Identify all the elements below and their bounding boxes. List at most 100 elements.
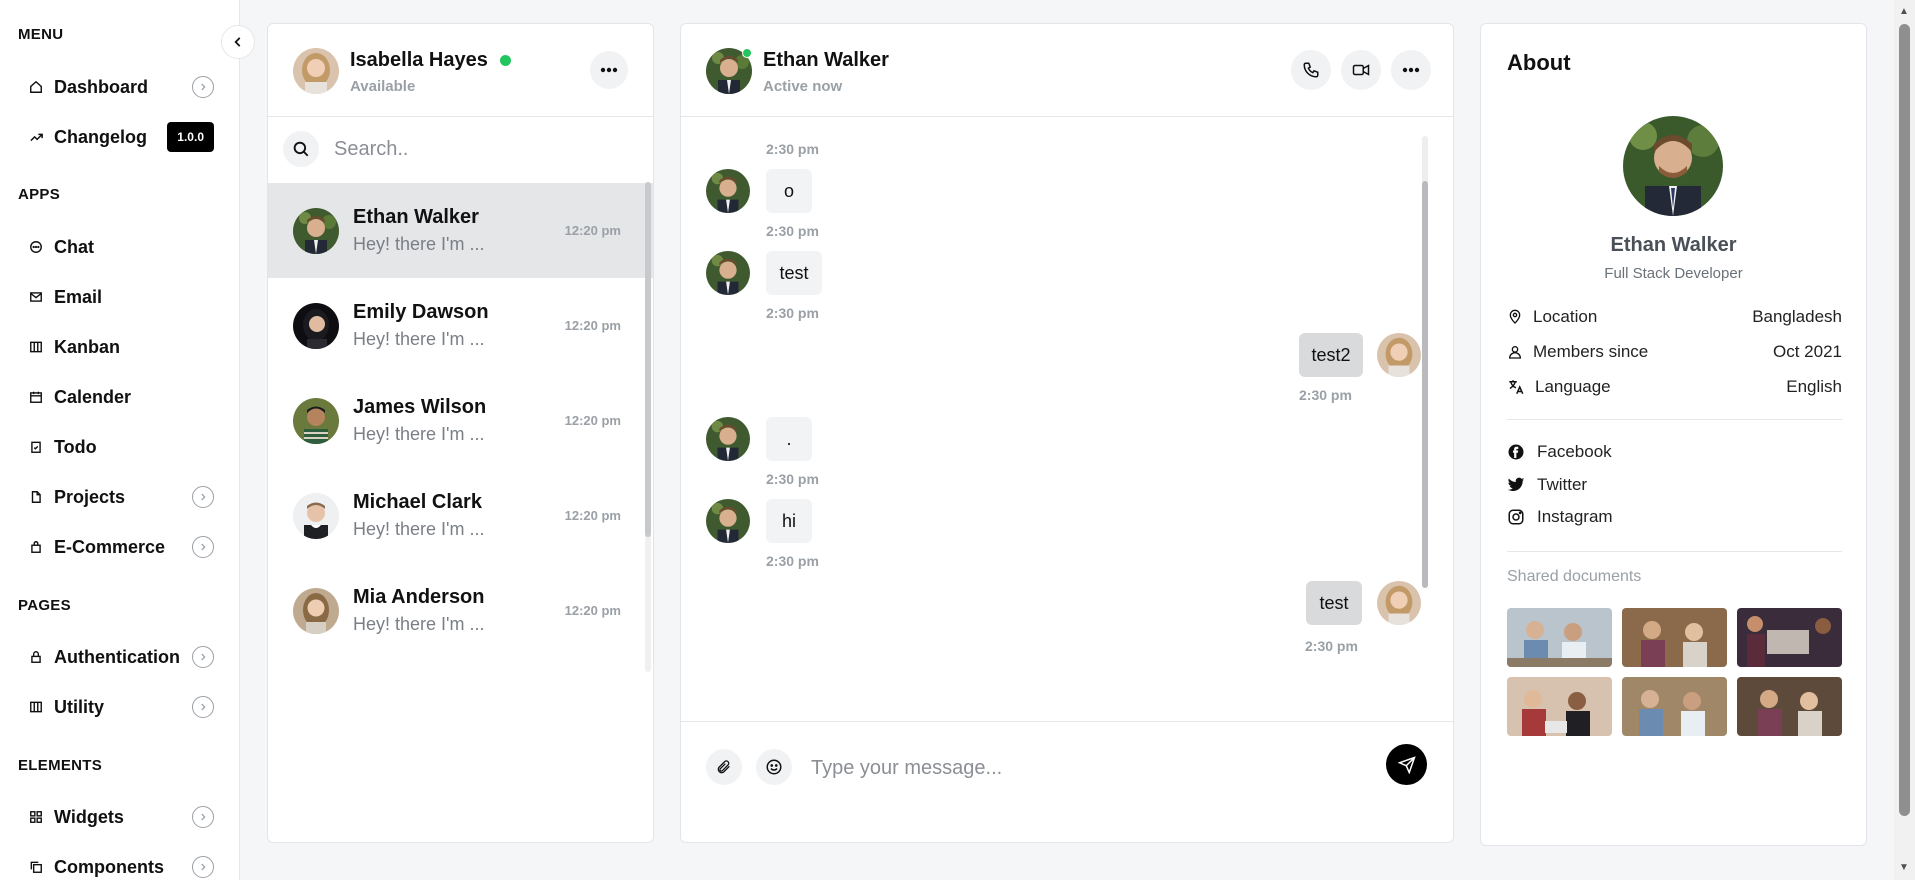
sidebar-item-todo[interactable]: Todo	[28, 430, 214, 464]
page-scrollbar[interactable]: ▲ ▼	[1894, 0, 1915, 880]
contact-name: Mia Anderson	[353, 586, 485, 608]
sidebar-item-label: Todo	[54, 436, 97, 457]
section-title-menu: MENU	[18, 26, 64, 43]
sidebar-item-ecommerce[interactable]: E-Commerce	[28, 530, 214, 564]
sidebar-item-utility[interactable]: Utility	[28, 690, 214, 724]
divider	[1507, 419, 1842, 420]
chevron-right-icon[interactable]	[192, 696, 214, 718]
chat-header: Ethan Walker Active now	[681, 24, 1453, 117]
contact-avatar	[293, 302, 339, 349]
contact-info: Emily Dawson Hey! there I'm ...	[353, 301, 573, 350]
scroll-thumb[interactable]	[645, 182, 651, 537]
lock-icon	[28, 649, 44, 665]
sidebar-item-chat[interactable]: Chat	[28, 230, 214, 264]
voice-call-button[interactable]	[1291, 50, 1331, 90]
message-input[interactable]	[811, 751, 1371, 785]
sidebar-collapse-button[interactable]	[221, 25, 255, 59]
sidebar-item-label: Components	[54, 856, 164, 877]
contact-preview: Hey! there I'm ...	[353, 614, 485, 634]
sidebar-item-calender[interactable]: Calender	[28, 380, 214, 414]
search-input[interactable]	[334, 133, 624, 165]
contact-item[interactable]: Ethan Walker Hey! there I'm ... 12:20 pm	[268, 183, 653, 278]
contact-preview: Hey! there I'm ...	[353, 329, 485, 349]
shared-document-thumb[interactable]	[1737, 677, 1842, 736]
sidebar-item-dashboard[interactable]: Dashboard	[28, 70, 214, 104]
contact-item[interactable]: Michael Clark Hey! there I'm ... 12:20 p…	[268, 468, 653, 563]
sidebar-item-projects[interactable]: Projects	[28, 480, 214, 514]
file-icon	[28, 489, 44, 505]
chevron-right-icon[interactable]	[192, 536, 214, 558]
chevron-right-icon[interactable]	[192, 646, 214, 668]
instagram-link[interactable]: Instagram	[1507, 507, 1613, 527]
instagram-icon	[1508, 509, 1524, 525]
sidebar-item-label: Changelog	[54, 126, 147, 147]
columns-icon	[28, 339, 44, 355]
sender-avatar	[706, 251, 750, 295]
search-button[interactable]	[283, 131, 319, 167]
sidebar-item-label: Email	[54, 286, 103, 307]
contact-item[interactable]: Emily Dawson Hey! there I'm ... 12:20 pm	[268, 278, 653, 373]
sidebar-item-label: Dashboard	[54, 76, 149, 97]
attach-button[interactable]	[706, 749, 742, 785]
contact-info: Mia Anderson Hey! there I'm ...	[353, 586, 573, 635]
shared-document-thumb[interactable]	[1507, 677, 1612, 736]
sender-avatar	[1377, 581, 1421, 625]
emoji-button[interactable]	[756, 749, 792, 785]
contacts-header: Isabella Hayes Available	[268, 24, 653, 117]
shared-document-thumb[interactable]	[1622, 677, 1727, 736]
sidebar-item-label: Chat	[54, 236, 94, 257]
facebook-label: Facebook	[1537, 442, 1612, 461]
my-avatar[interactable]	[293, 48, 339, 94]
video-call-button[interactable]	[1341, 50, 1381, 90]
scroll-thumb[interactable]	[1899, 24, 1910, 816]
sidebar-item-components[interactable]: Components	[28, 850, 214, 880]
chevron-right-icon[interactable]	[192, 76, 214, 98]
sidebar-item-label: Projects	[54, 486, 126, 507]
bag-icon	[28, 539, 44, 555]
sidebar-item-authentication[interactable]: Authentication	[28, 640, 214, 674]
shared-document-thumb[interactable]	[1737, 608, 1842, 667]
smile-icon	[766, 759, 782, 775]
scroll-thumb[interactable]	[1422, 181, 1428, 588]
members-since-row: Members since Oct 2021	[1507, 340, 1842, 364]
user-icon	[1508, 346, 1522, 359]
more-options-button[interactable]	[590, 51, 628, 89]
scroll-down-arrow-icon[interactable]: ▼	[1899, 862, 1909, 873]
twitter-link[interactable]: Twitter	[1507, 475, 1587, 495]
chat-panel: Ethan Walker Active now 2:30 pm o 2:30 p…	[680, 23, 1454, 843]
sidebar-item-changelog[interactable]: Changelog 1.0.0	[28, 120, 214, 154]
my-status: Available	[350, 78, 416, 95]
send-button[interactable]	[1386, 744, 1427, 785]
section-title-pages: PAGES	[18, 597, 71, 614]
contacts-panel: Isabella Hayes Available Ethan Walker He…	[267, 23, 654, 843]
contact-time: 12:20 pm	[564, 603, 621, 618]
chat-contact-name: Ethan Walker	[763, 49, 889, 71]
contact-preview: Hey! there I'm ...	[353, 234, 485, 254]
facebook-icon	[1508, 444, 1524, 460]
scroll-up-arrow-icon[interactable]: ▲	[1899, 6, 1909, 17]
contact-time: 12:20 pm	[564, 223, 621, 238]
chevron-right-icon[interactable]	[192, 806, 214, 828]
facebook-link[interactable]: Facebook	[1507, 442, 1612, 462]
sender-avatar	[706, 417, 750, 461]
contact-info: Ethan Walker Hey! there I'm ...	[353, 206, 573, 255]
contact-time: 12:20 pm	[564, 508, 621, 523]
message-time: 2:30 pm	[766, 223, 819, 239]
paperclip-icon	[717, 760, 730, 774]
search-row	[268, 117, 653, 183]
chevron-right-icon[interactable]	[192, 486, 214, 508]
map-pin-icon	[1509, 309, 1521, 324]
sidebar-item-label: Utility	[54, 696, 105, 717]
contacts-scrollbar[interactable]	[645, 182, 651, 672]
chat-more-button[interactable]	[1391, 50, 1431, 90]
shared-document-thumb[interactable]	[1507, 608, 1612, 667]
contact-item[interactable]: Mia Anderson Hey! there I'm ... 12:20 pm	[268, 563, 653, 658]
sidebar-item-widgets[interactable]: Widgets	[28, 800, 214, 834]
contact-item[interactable]: James Wilson Hey! there I'm ... 12:20 pm	[268, 373, 653, 468]
chevron-right-icon[interactable]	[192, 856, 214, 878]
calendar-icon	[28, 389, 44, 405]
messages-scrollbar[interactable]	[1422, 136, 1428, 588]
shared-document-thumb[interactable]	[1622, 608, 1727, 667]
sidebar-item-kanban[interactable]: Kanban	[28, 330, 214, 364]
sidebar-item-email[interactable]: Email	[28, 280, 214, 314]
